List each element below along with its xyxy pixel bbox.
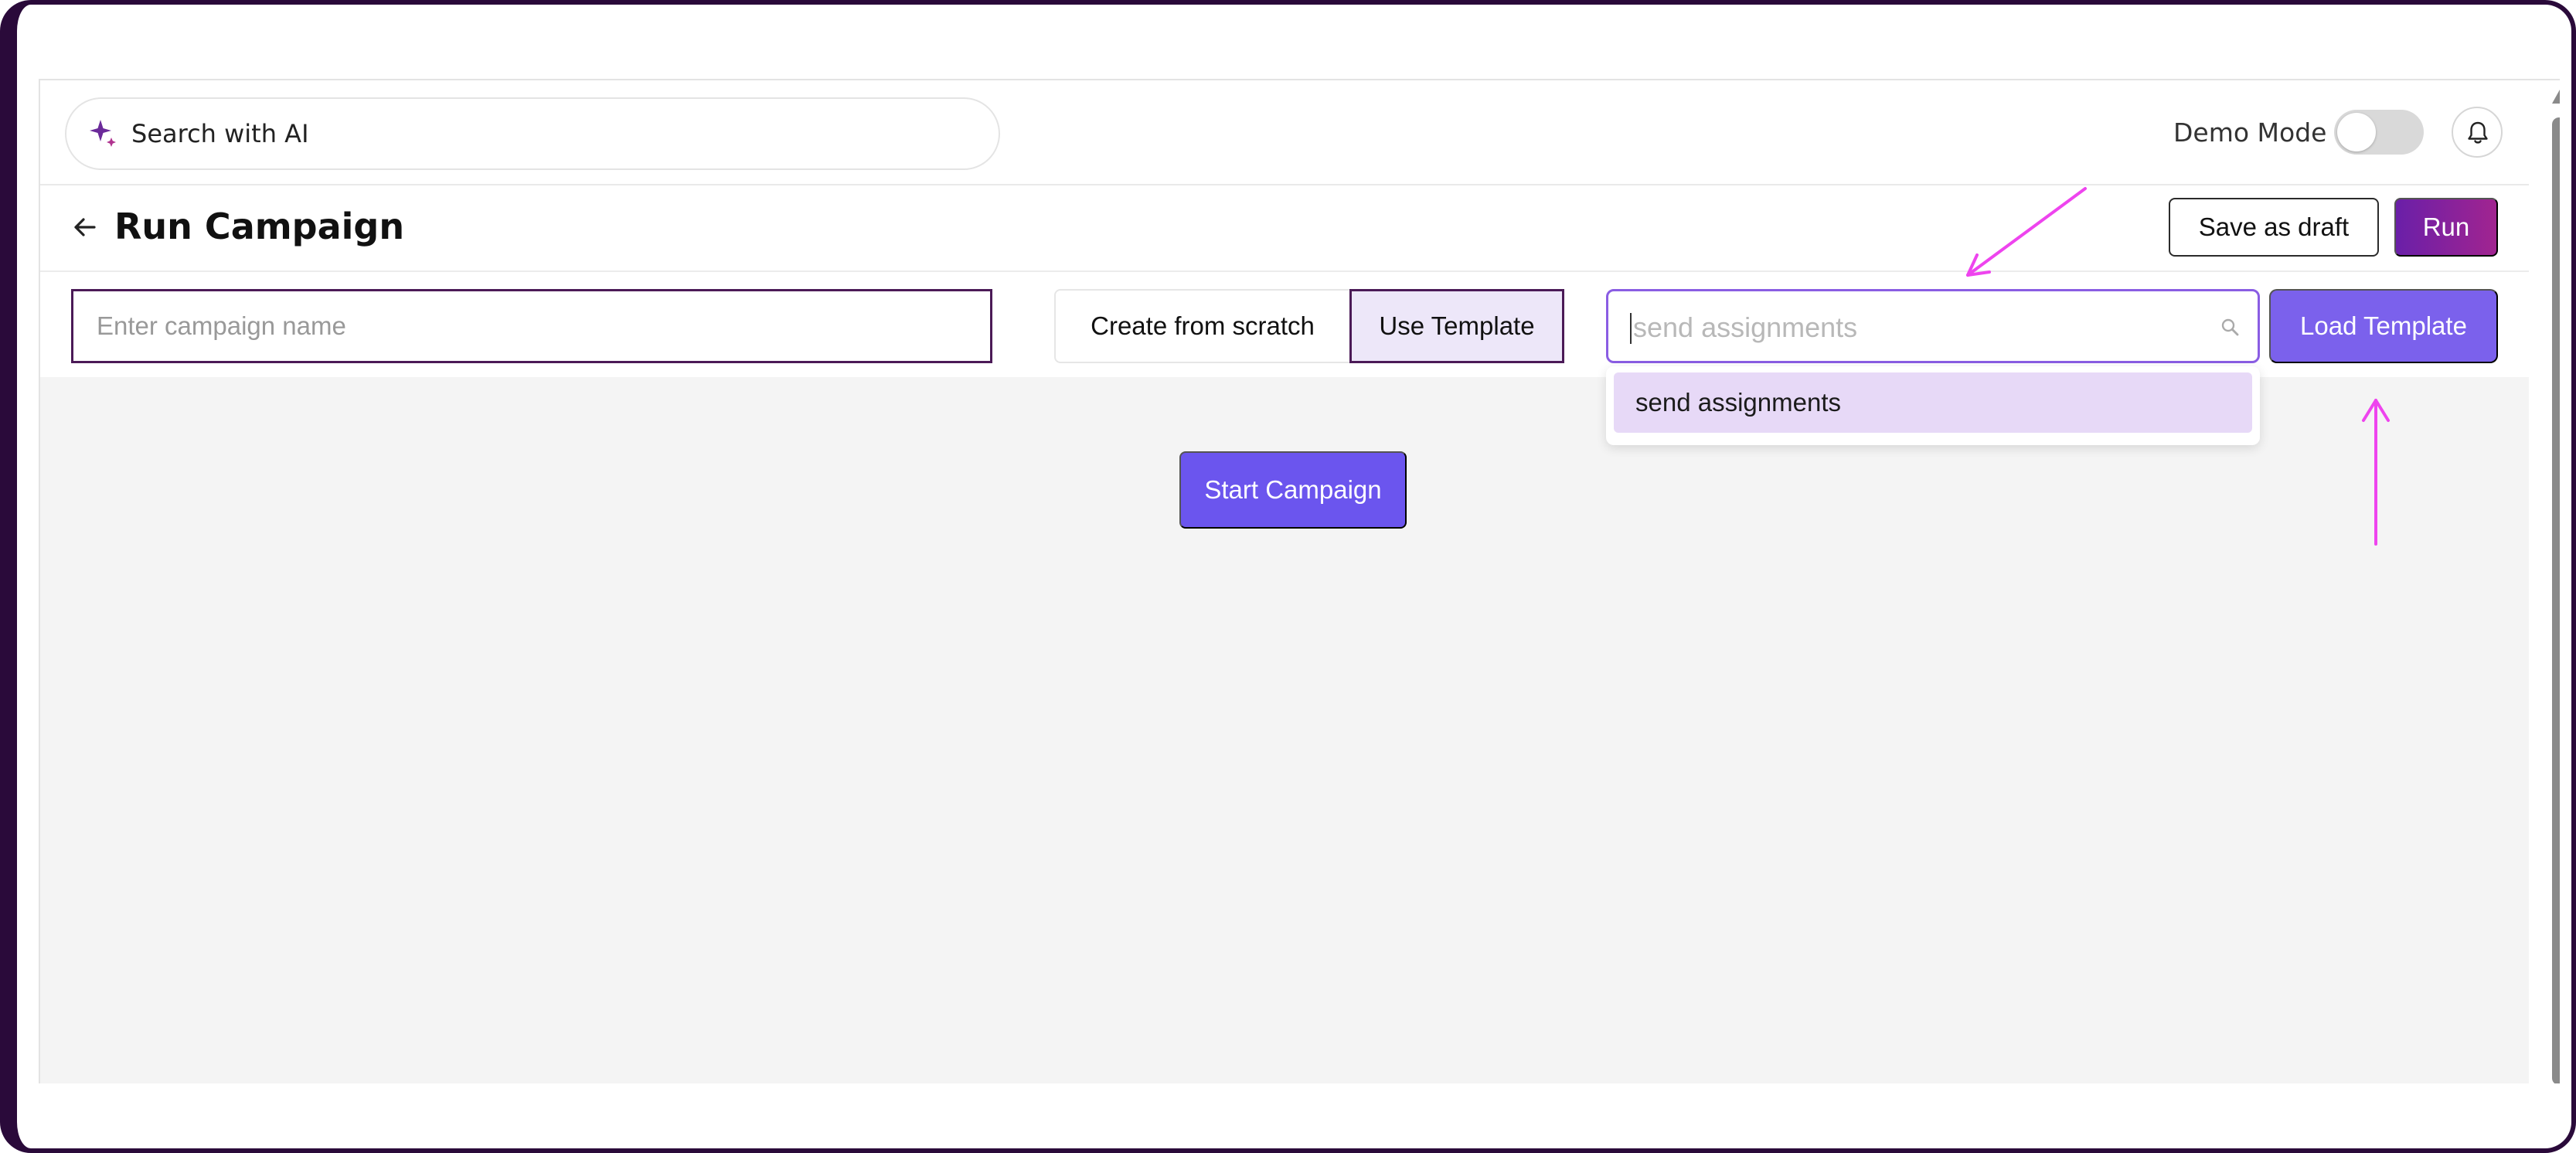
page-title: Run Campaign [114, 206, 405, 247]
sparkle-icon [90, 120, 116, 147]
app-viewport: Search with AI Demo Mode Run Campaign Sa… [39, 79, 2560, 1083]
start-campaign-button[interactable]: Start Campaign [1179, 451, 1407, 529]
scroll-up-arrow-icon[interactable] [2550, 88, 2560, 105]
search-with-ai-bar[interactable]: Search with AI [65, 97, 1000, 170]
window-frame: Search with AI Demo Mode Run Campaign Sa… [0, 0, 2576, 1153]
search-with-ai-label: Search with AI [131, 119, 309, 148]
create-from-scratch-option[interactable]: Create from scratch [1056, 291, 1349, 362]
top-bar: Search with AI Demo Mode [40, 80, 2529, 185]
page-header: Run Campaign Save as draft Run [40, 187, 2529, 272]
campaign-controls: Enter campaign name Create from scratch … [40, 274, 2529, 376]
content-area: Start Campaign [40, 377, 2529, 1083]
back-arrow-icon[interactable] [70, 212, 100, 243]
demo-mode-label: Demo Mode [2173, 117, 2327, 148]
load-template-button[interactable]: Load Template [2269, 289, 2498, 363]
template-option[interactable]: send assignments [1614, 372, 2252, 433]
text-caret [1630, 313, 1632, 344]
vertical-scrollbar[interactable] [2552, 117, 2560, 1083]
save-as-draft-button[interactable]: Save as draft [2169, 198, 2379, 257]
template-dropdown: send assignments [1606, 366, 2260, 445]
source-mode-toggle: Create from scratch Use Template [1054, 289, 1564, 363]
toggle-knob [2337, 113, 2376, 151]
template-search-input[interactable]: send assignments [1606, 289, 2260, 363]
campaign-name-input[interactable]: Enter campaign name [71, 289, 992, 363]
notifications-button[interactable] [2452, 107, 2503, 158]
demo-mode-toggle[interactable] [2334, 110, 2424, 155]
use-template-option[interactable]: Use Template [1349, 289, 1564, 363]
run-button[interactable]: Run [2394, 198, 2498, 257]
template-search-placeholder: send assignments [1633, 311, 1858, 343]
bell-icon [2468, 121, 2488, 144]
search-icon [2221, 318, 2239, 336]
